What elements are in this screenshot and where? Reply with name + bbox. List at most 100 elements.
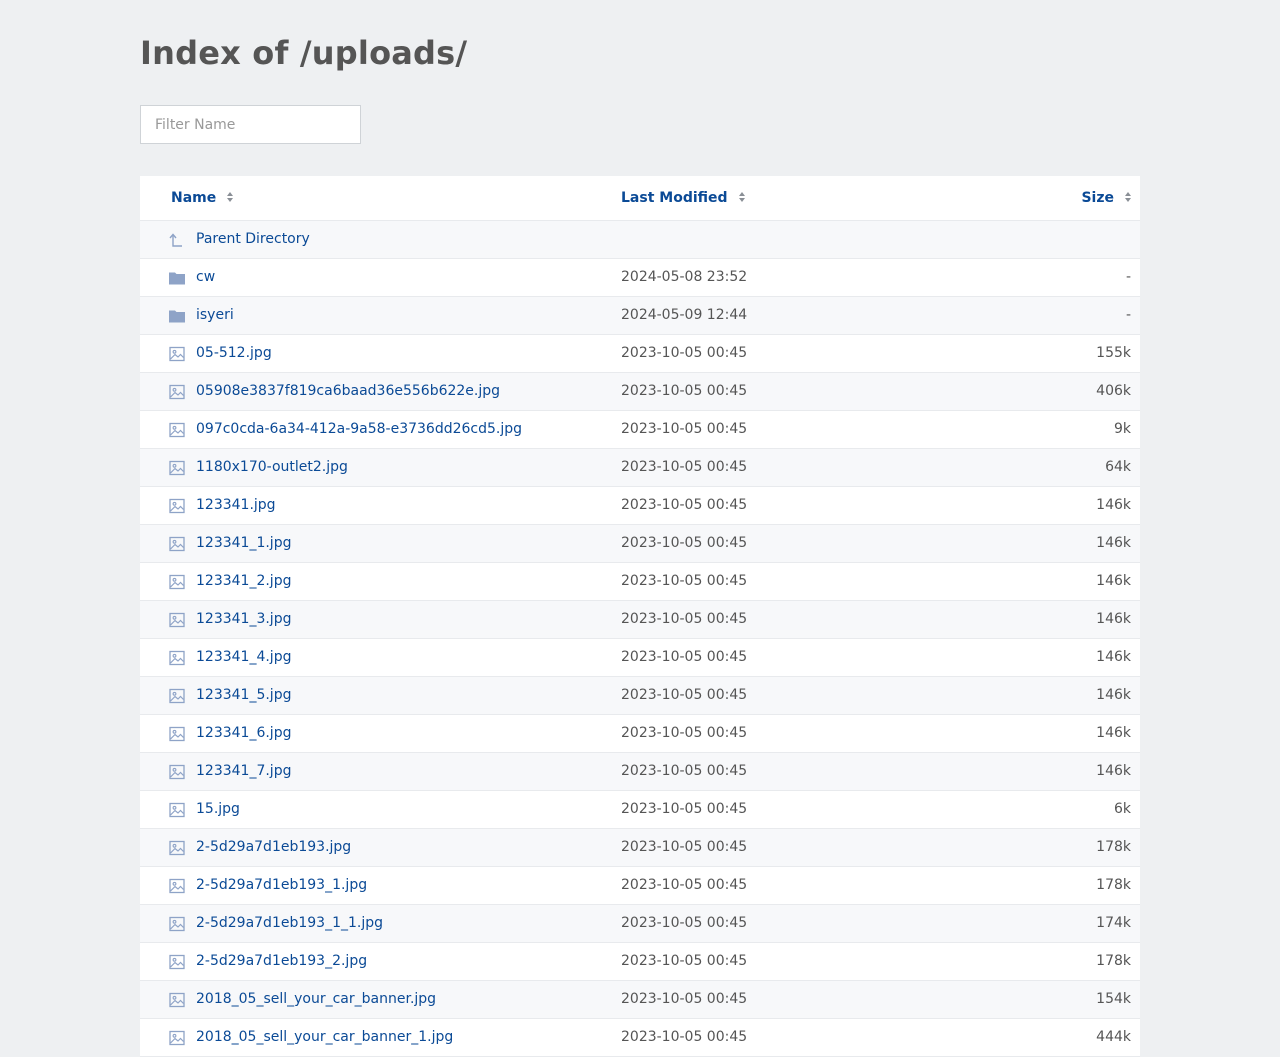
last-modified-cell: 2023-10-05 00:45 <box>621 915 748 931</box>
last-modified-cell: 2023-10-05 00:45 <box>621 763 748 779</box>
file-link[interactable]: 2-5d29a7d1eb193_1_1.jpg <box>196 905 383 942</box>
table-row[interactable]: 123341_3.jpg 2023-10-05 00:45 146k <box>140 601 1140 639</box>
file-link[interactable]: 2-5d29a7d1eb193_2.jpg <box>196 943 367 980</box>
file-link[interactable]: 123341_2.jpg <box>196 563 291 600</box>
table-row[interactable]: 2-5d29a7d1eb193_1_1.jpg 2023-10-05 00:45 1… <box>140 905 1140 943</box>
image-file-icon <box>169 916 185 932</box>
file-link[interactable]: 2018_05_sell_your_car_banner.jpg <box>196 981 436 1018</box>
table-row[interactable]: isyeri 2024-05-09 12:44 - <box>140 297 1140 335</box>
size-cell: 6k <box>1113 801 1131 817</box>
last-modified-cell: 2023-10-05 00:45 <box>621 953 748 969</box>
parent-directory-row[interactable]: Parent Directory <box>140 221 1140 259</box>
file-link[interactable]: 2-5d29a7d1eb193.jpg <box>196 829 351 866</box>
table-row[interactable]: 2-5d29a7d1eb193.jpg 2023-10-05 00:45 178k <box>140 829 1140 867</box>
size-cell: 178k <box>1096 839 1131 855</box>
size-cell: 174k <box>1096 915 1131 931</box>
image-file-icon <box>169 878 185 894</box>
table-row[interactable]: 05908e3837f819ca6baad36e556b622e.jpg 2023… <box>140 373 1140 411</box>
page-title: Index of /uploads/ <box>140 34 468 72</box>
sort-icon <box>227 192 234 202</box>
file-link[interactable]: 2-5d29a7d1eb193_1.jpg <box>196 867 367 904</box>
last-modified-cell: 2023-10-05 00:45 <box>621 991 748 1007</box>
table-row[interactable]: cw 2024-05-08 23:52 - <box>140 259 1140 297</box>
sort-by-modified-header[interactable]: Last Modified <box>621 176 746 220</box>
file-link[interactable]: 123341_3.jpg <box>196 601 291 638</box>
table-row[interactable]: 2018_05_sell_your_car_banner_1.jpg 2023-1… <box>140 1019 1140 1057</box>
filter-name-input[interactable] <box>140 105 361 144</box>
image-file-icon <box>169 536 185 552</box>
size-cell: 178k <box>1096 953 1131 969</box>
sort-icon <box>1125 192 1131 202</box>
folder-link[interactable]: isyeri <box>196 297 234 334</box>
last-modified-cell: 2023-10-05 00:45 <box>621 497 748 513</box>
file-link[interactable]: 123341_5.jpg <box>196 677 291 714</box>
image-file-icon <box>169 498 185 514</box>
column-size-label: Size <box>1081 190 1114 206</box>
table-row[interactable]: 2018_05_sell_your_car_banner.jpg 2023-10-… <box>140 981 1140 1019</box>
table-row[interactable]: 123341_7.jpg 2023-10-05 00:45 146k <box>140 753 1140 791</box>
table-row[interactable]: 123341_6.jpg 2023-10-05 00:45 146k <box>140 715 1140 753</box>
image-file-icon <box>169 650 185 666</box>
parent-directory-link[interactable]: Parent Directory <box>196 221 310 258</box>
size-cell: 154k <box>1096 991 1131 1007</box>
table-row[interactable]: 123341.jpg 2023-10-05 00:45 146k <box>140 487 1140 525</box>
size-cell: 146k <box>1096 649 1131 665</box>
sort-by-size-header[interactable]: Size <box>1081 176 1132 220</box>
image-file-icon <box>169 612 185 628</box>
last-modified-cell: 2023-10-05 00:45 <box>621 421 748 437</box>
file-link[interactable]: 2018_05_sell_your_car_banner_1.jpg <box>196 1019 453 1056</box>
size-cell: 64k <box>1105 459 1131 475</box>
last-modified-cell: 2023-10-05 00:45 <box>621 383 748 399</box>
image-file-icon <box>169 384 185 400</box>
size-cell: 178k <box>1096 877 1131 893</box>
file-link[interactable]: 123341_4.jpg <box>196 639 291 676</box>
file-table: Name Last Modified Size Parent Directory… <box>140 176 1140 1057</box>
table-row[interactable]: 15.jpg 2023-10-05 00:45 6k <box>140 791 1140 829</box>
size-cell: 146k <box>1096 611 1131 627</box>
file-link[interactable]: 05908e3837f819ca6baad36e556b622e.jpg <box>196 373 500 410</box>
image-file-icon <box>169 840 185 856</box>
last-modified-cell: 2023-10-05 00:45 <box>621 649 748 665</box>
table-row[interactable]: 05-512.jpg 2023-10-05 00:45 155k <box>140 335 1140 373</box>
image-file-icon <box>169 764 185 780</box>
file-link[interactable]: 05-512.jpg <box>196 335 272 372</box>
image-file-icon <box>169 422 185 438</box>
file-link[interactable]: 123341.jpg <box>196 487 276 524</box>
table-header: Name Last Modified Size <box>140 176 1140 221</box>
image-file-icon <box>169 688 185 704</box>
file-link[interactable]: 123341_6.jpg <box>196 715 291 752</box>
sort-by-name-header[interactable]: Name <box>171 176 234 220</box>
last-modified-cell: 2023-10-05 00:45 <box>621 611 748 627</box>
file-link[interactable]: 097c0cda-6a34-412a-9a58-e3736dd26cd5.jpg <box>196 411 522 448</box>
table-row[interactable]: 123341_4.jpg 2023-10-05 00:45 146k <box>140 639 1140 677</box>
size-cell: 146k <box>1096 687 1131 703</box>
table-row[interactable]: 097c0cda-6a34-412a-9a58-e3736dd26cd5.jpg… <box>140 411 1140 449</box>
table-body: Parent Directory cw 2024-05-08 23:52- isye… <box>140 221 1140 1057</box>
file-link[interactable]: 123341_7.jpg <box>196 753 291 790</box>
last-modified-cell: 2023-10-05 00:45 <box>621 573 748 589</box>
size-cell: - <box>1125 307 1131 323</box>
size-cell: 146k <box>1096 535 1131 551</box>
column-modified-label: Last Modified <box>621 190 728 206</box>
table-row[interactable]: 2-5d29a7d1eb193_2.jpg 2023-10-05 00:45 178… <box>140 943 1140 981</box>
table-row[interactable]: 123341_2.jpg 2023-10-05 00:45 146k <box>140 563 1140 601</box>
file-link[interactable]: 123341_1.jpg <box>196 525 291 562</box>
table-row[interactable]: 123341_5.jpg 2023-10-05 00:45 146k <box>140 677 1140 715</box>
size-cell: 406k <box>1096 383 1131 399</box>
last-modified-cell: 2024-05-08 23:52 <box>621 269 748 285</box>
size-cell: 444k <box>1096 1029 1131 1045</box>
last-modified-cell: 2023-10-05 00:45 <box>621 1029 748 1045</box>
folder-link[interactable]: cw <box>196 259 215 296</box>
last-modified-cell: 2023-10-05 00:45 <box>621 687 748 703</box>
table-row[interactable]: 2-5d29a7d1eb193_1.jpg 2023-10-05 00:45 178… <box>140 867 1140 905</box>
size-cell: 146k <box>1096 725 1131 741</box>
table-row[interactable]: 1180x170-outlet2.jpg 2023-10-05 00:45 64k <box>140 449 1140 487</box>
sort-icon <box>738 192 745 202</box>
file-link[interactable]: 15.jpg <box>196 791 240 828</box>
last-modified-cell: 2023-10-05 00:45 <box>621 877 748 893</box>
file-link[interactable]: 1180x170-outlet2.jpg <box>196 449 348 486</box>
folder-icon <box>169 272 185 285</box>
size-cell: - <box>1125 269 1131 285</box>
last-modified-cell: 2023-10-05 00:45 <box>621 801 748 817</box>
table-row[interactable]: 123341_1.jpg 2023-10-05 00:45 146k <box>140 525 1140 563</box>
